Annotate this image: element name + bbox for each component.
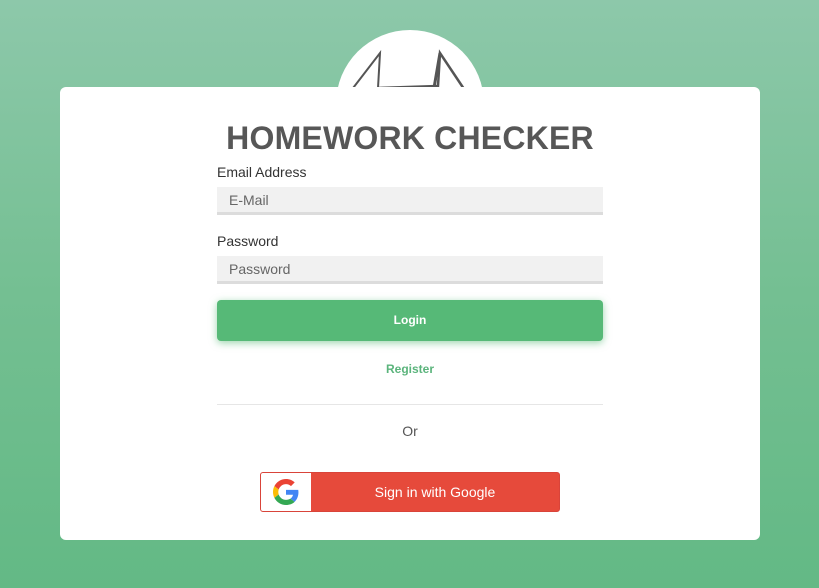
google-g-icon [273, 479, 299, 505]
password-field[interactable] [217, 256, 603, 284]
email-label: Email Address [217, 164, 307, 180]
google-signin-button[interactable]: Sign in with Google [260, 472, 560, 512]
login-button[interactable]: Login [217, 300, 603, 341]
page-title: HOMEWORK CHECKER [226, 120, 594, 156]
google-icon-container [261, 473, 311, 511]
password-label: Password [217, 233, 279, 249]
divider [217, 404, 603, 405]
or-separator: Or [402, 423, 418, 439]
login-card: HOMEWORK CHECKER Email Address Password … [60, 87, 760, 540]
register-link[interactable]: Register [60, 362, 760, 376]
google-signin-label: Sign in with Google [374, 484, 496, 500]
email-field[interactable] [217, 187, 603, 215]
